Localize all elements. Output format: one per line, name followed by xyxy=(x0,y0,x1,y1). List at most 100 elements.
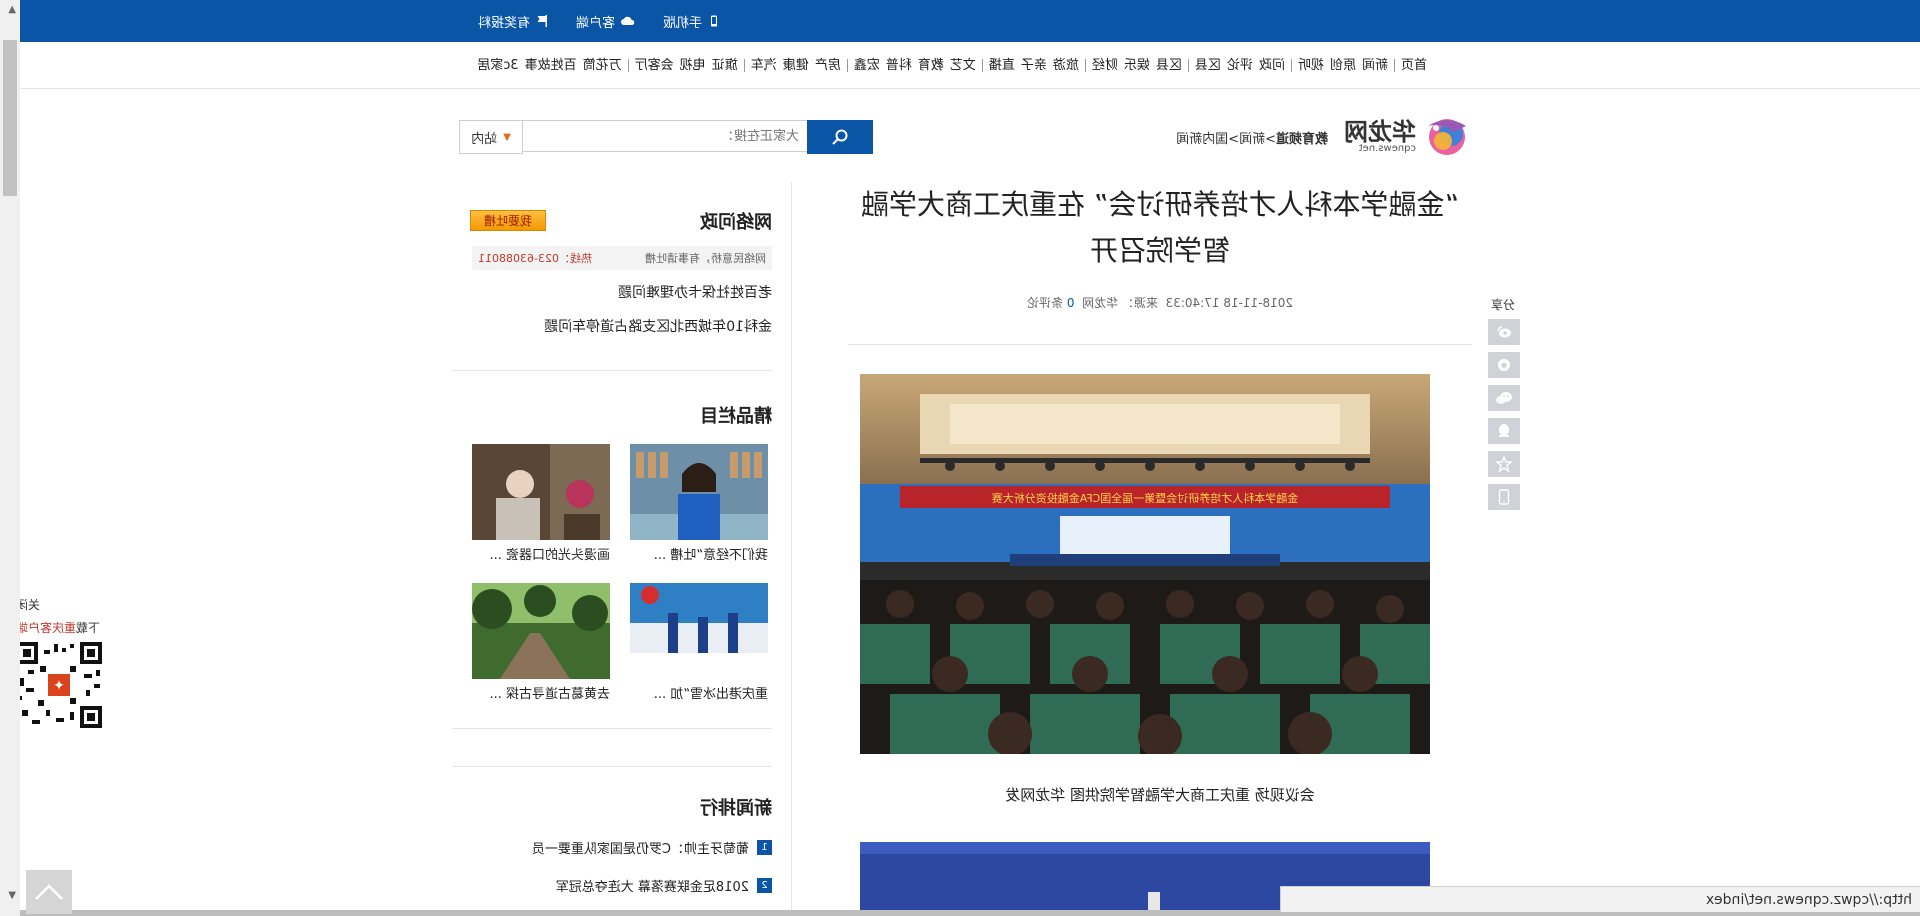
nav-item[interactable]: 视听 xyxy=(1298,58,1324,73)
topbar-link-mobile[interactable]: 手机版 xyxy=(663,12,720,31)
top-bar: 手机版 客户端 有奖报料 xyxy=(0,0,1920,42)
chevron-down-icon: ▼ xyxy=(503,131,511,143)
ranking-title: 新闻排行 xyxy=(700,798,772,819)
back-to-top-button[interactable] xyxy=(26,870,72,914)
search-input[interactable] xyxy=(523,120,807,152)
article: “金融学本科人才培养研讨会” 在重庆工商大学融智学院召开 2018-11-18 … xyxy=(848,182,1472,311)
nav-item[interactable]: 汽车 xyxy=(751,58,777,73)
jingpin-caption: 去黄葛古道寻古探 ... xyxy=(489,687,610,702)
chevron-up-icon xyxy=(35,884,63,900)
nav-item[interactable]: 健康 xyxy=(783,58,809,73)
topbar-link-label: 客户端 xyxy=(575,15,615,31)
nav-group: 旅游 亲子 直播 xyxy=(981,58,1085,73)
nav-item[interactable]: 问政 xyxy=(1259,58,1285,73)
share-weibo-button[interactable] xyxy=(1488,319,1520,345)
complain-button[interactable]: 我要吐槽 xyxy=(470,210,546,231)
ranking-section: 新闻排行 xyxy=(467,794,772,820)
ranking-number: 1 xyxy=(757,840,772,855)
topbar-link-client[interactable]: 客户端 xyxy=(576,12,635,31)
wenzheng-link[interactable]: 金科10年城西北区支路占道停车问题 xyxy=(467,316,772,336)
site-logo[interactable]: 华龙网 cqnews.net 教育频道>新闻>国内新闻 xyxy=(1176,112,1472,162)
mobile-icon xyxy=(1498,489,1510,505)
nav-item[interactable]: 首页 xyxy=(1401,58,1427,73)
article-source[interactable]: 华龙网 xyxy=(1082,296,1118,310)
breadcrumb-item-channel[interactable]: 教育频道 xyxy=(1276,132,1328,147)
share-wechat-button[interactable] xyxy=(1488,385,1520,411)
nav-item[interactable]: 原创 xyxy=(1330,58,1356,73)
breadcrumb-item-news[interactable]: 新闻 xyxy=(1239,132,1265,147)
search-icon xyxy=(832,129,848,145)
nav-item[interactable]: 会客厅 xyxy=(635,58,674,73)
hotline-number: 023-63088011 xyxy=(478,252,559,265)
topbar-link-report[interactable]: 有奖报料 xyxy=(478,12,548,31)
column-divider xyxy=(791,182,792,916)
ranking-item[interactable]: 1 葡萄牙主帅：C罗仍是国家队重要一员 xyxy=(532,838,772,857)
status-url-text: http://cqwz.cqnews.net/index xyxy=(1706,891,1912,908)
nav-item[interactable]: 评论 xyxy=(1227,58,1253,73)
nav-item[interactable]: 区县 xyxy=(1195,58,1221,73)
qq-icon xyxy=(1499,424,1509,437)
share-qzone-button[interactable] xyxy=(1488,352,1520,378)
breadcrumb: 教育频道>新闻>国内新闻 xyxy=(1176,128,1328,147)
ranking-item[interactable]: 2 2018足金联赛落幕 大连夺总冠军 xyxy=(556,876,772,895)
jingpin-item[interactable]: 画漫头光的口器瓷 ... xyxy=(472,444,610,563)
scroll-up-arrow-icon[interactable]: ▲ xyxy=(8,4,16,15)
nav-item[interactable]: 房产 xyxy=(815,58,841,73)
nav-item[interactable]: 宏鑫 xyxy=(854,58,880,73)
share-favorite-button[interactable] xyxy=(1488,451,1520,477)
nav-item[interactable]: 新闻 xyxy=(1362,58,1388,73)
nav-item[interactable]: 财经 xyxy=(1092,58,1118,73)
article-datetime: 2018-11-18 17:40:33 xyxy=(1165,296,1294,310)
nav-group: 文艺 教育 科普 宏鑫 xyxy=(846,58,982,73)
nav-group: 首页 xyxy=(1393,58,1433,73)
conference-hall-photo: 金融学本科人才培养研讨会暨第一届全国CFA金融投资分析大赛 xyxy=(860,374,1430,754)
article-comments-count[interactable]: 0 xyxy=(1067,296,1075,310)
article-comments-label[interactable]: 条评论 xyxy=(1027,296,1063,310)
nav-item[interactable]: 区县 xyxy=(1156,58,1182,73)
nav-item[interactable]: 文艺 xyxy=(950,58,976,73)
ranking-text: 2018足金联赛落幕 大连夺总冠军 xyxy=(555,880,749,895)
logo-name: 华龙网 xyxy=(1344,118,1416,146)
article-meta: 2018-11-18 17:40:33 来源： 华龙网 0 条评论 xyxy=(848,294,1472,311)
nav-item[interactable]: 百姓故事 xyxy=(525,58,577,73)
nav-item[interactable]: 万花筒 xyxy=(583,58,622,73)
scroll-down-arrow-icon[interactable]: ▼ xyxy=(8,890,16,901)
jingpin-item[interactable]: 重庆港出冰雪“加 ... xyxy=(630,583,768,702)
topbar-link-label: 有奖报料 xyxy=(477,15,530,31)
search-button[interactable] xyxy=(807,120,873,154)
logo-domain: cqnews.net xyxy=(1358,143,1416,154)
topbar-links: 手机版 客户端 有奖报料 xyxy=(478,0,720,42)
qzone-icon xyxy=(1498,359,1510,371)
jingpin-item[interactable]: 我们不经意“吐槽 ... xyxy=(630,444,768,563)
share-mobile-button[interactable] xyxy=(1488,484,1520,510)
status-bar-url: http://cqwz.cqnews.net/index xyxy=(1280,886,1920,912)
phone-icon xyxy=(711,15,717,27)
breadcrumb-item-domestic[interactable]: 国内新闻 xyxy=(1176,132,1228,147)
vertical-scrollbar[interactable]: ▲ ▼ xyxy=(0,0,20,916)
qr-close-button[interactable]: 关闭 xyxy=(16,596,116,613)
nav-item[interactable]: 旗证 xyxy=(712,58,738,73)
photo-banner-text: 金融学本科人才培养研讨会暨第一届全国CFA金融投资分析大赛 xyxy=(992,491,1299,505)
sidebar-divider xyxy=(452,766,772,767)
nav-item[interactable]: 旅游 xyxy=(1053,58,1079,73)
scrollbar-thumb[interactable] xyxy=(3,40,17,196)
nav-item[interactable]: 直播 xyxy=(989,58,1015,73)
logo-text: 华龙网 cqnews.net xyxy=(1344,118,1416,154)
wenzheng-link[interactable]: 老百姓社保卡办理难问题 xyxy=(467,282,772,302)
nav-item[interactable]: 电视 xyxy=(680,58,706,73)
search-scope-select[interactable]: ▼ 站内 xyxy=(459,120,523,154)
nav-item[interactable]: 教育 xyxy=(918,58,944,73)
nav-item[interactable]: 亲子 xyxy=(1021,58,1047,73)
nav-item[interactable]: 科普 xyxy=(886,58,912,73)
hotline-bar: 网络民意桥，有事请吐槽 热线：023-63088011 xyxy=(472,246,772,270)
topbar-link-label: 手机版 xyxy=(662,15,702,31)
search-bar: ▼ 站内 xyxy=(459,120,873,154)
share-qq-button[interactable] xyxy=(1488,418,1520,444)
jingpin-item[interactable]: 去黄葛古道寻古探 ... xyxy=(472,583,610,702)
nav-item[interactable]: 娱乐 xyxy=(1124,58,1150,73)
article-photo[interactable]: 金融学本科人才培养研讨会暨第一届全国CFA金融投资分析大赛 xyxy=(860,374,1430,754)
weibo-icon xyxy=(1497,326,1511,338)
nav-item[interactable]: 3c家居 xyxy=(477,58,518,73)
page: 手机版 客户端 有奖报料 首页 新闻 原创 视听 问政 评论 区县 区县 娱乐 财经 旅游 亲子 直播文… xyxy=(0,0,1920,916)
jingpin-thumb xyxy=(630,444,768,540)
